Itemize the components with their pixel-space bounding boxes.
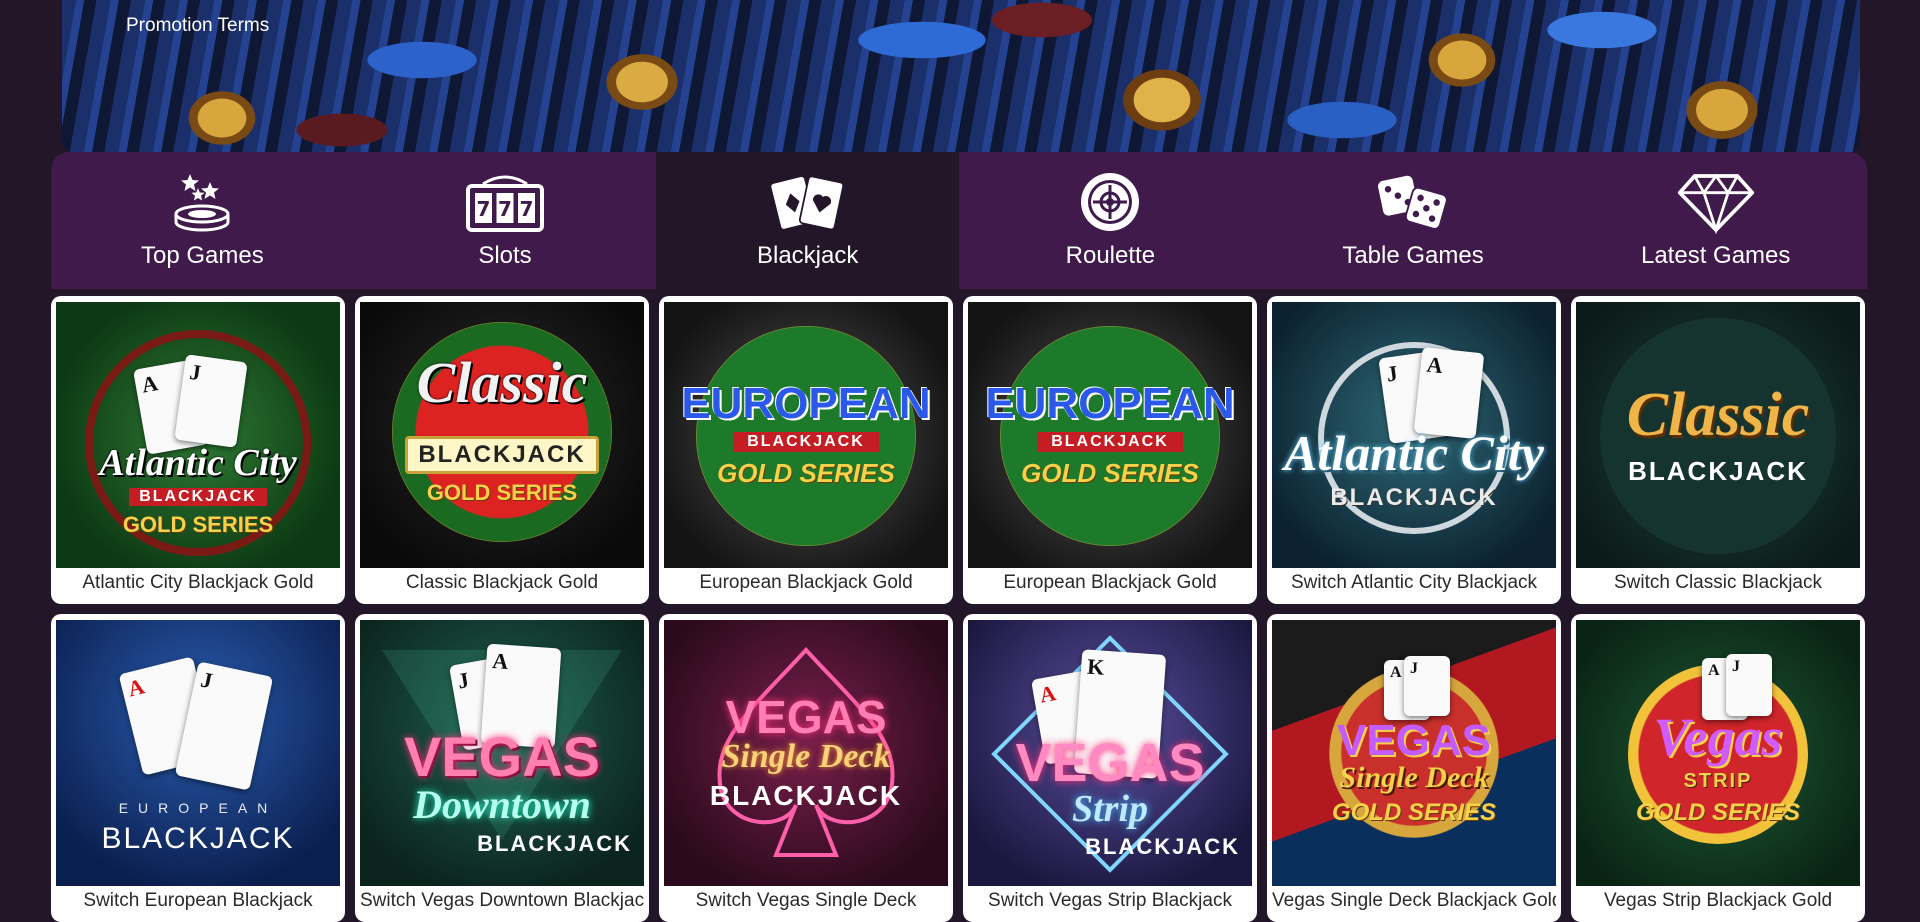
game-logo: VEGAS bbox=[403, 725, 601, 788]
game-title: Switch European Blackjack bbox=[83, 890, 313, 911]
svg-text:7: 7 bbox=[498, 197, 512, 221]
promo-banner bbox=[62, 0, 1860, 160]
tab-slots[interactable]: 7 7 7 Slots bbox=[354, 152, 657, 289]
dice-icon bbox=[1373, 170, 1453, 234]
game-title: Switch Vegas Strip Blackjack bbox=[988, 890, 1232, 911]
game-title: Vegas Strip Blackjack Gold bbox=[1603, 890, 1833, 911]
tab-label: Roulette bbox=[1065, 242, 1156, 269]
game-logo: Vegas bbox=[1653, 706, 1783, 767]
game-thumbnail: A J EUROPEAN BLACKJACK bbox=[56, 620, 340, 886]
game-logo: Atlantic City bbox=[1284, 425, 1544, 481]
game-tile[interactable]: A J Atlantic City BLACKJACK GOLD SERIES … bbox=[51, 296, 345, 604]
game-thumbnail: J A Atlantic City BLACKJACK bbox=[1272, 302, 1556, 568]
game-tile[interactable]: A J Vegas STRIP GOLD SERIES Vegas Strip … bbox=[1571, 614, 1865, 922]
slots-icon: 7 7 7 bbox=[465, 170, 545, 234]
game-thumbnail: J A VEGAS Downtown BLACKJACK bbox=[360, 620, 644, 886]
game-logo: Classic bbox=[1626, 380, 1810, 449]
game-title: Switch Classic Blackjack bbox=[1614, 572, 1822, 593]
game-title: Switch Vegas Downtown Blackjack bbox=[360, 890, 644, 911]
tab-label: Blackjack bbox=[756, 242, 859, 269]
game-thumbnail: Classic BLACKJACK GOLD SERIES bbox=[360, 302, 644, 568]
game-tile[interactable]: J A Atlantic City BLACKJACK Switch Atlan… bbox=[1267, 296, 1561, 604]
tab-latest-games[interactable]: Latest Games bbox=[1564, 152, 1867, 289]
svg-text:7: 7 bbox=[477, 197, 491, 221]
game-title: Atlantic City Blackjack Gold bbox=[82, 572, 314, 593]
game-tile[interactable]: A K VEGAS Strip BLACKJACK Switch Vegas S… bbox=[963, 614, 1257, 922]
tab-blackjack[interactable]: Blackjack bbox=[656, 152, 960, 289]
tab-label: Table Games bbox=[1342, 242, 1484, 269]
svg-text:7: 7 bbox=[520, 197, 534, 221]
game-thumbnail: A J Atlantic City BLACKJACK GOLD SERIES bbox=[56, 302, 340, 568]
promotion-terms-link[interactable]: Promotion Terms bbox=[126, 15, 269, 37]
game-logo: EUROPEAN bbox=[118, 800, 278, 816]
game-logo: EUROPEAN bbox=[985, 378, 1235, 428]
game-tile[interactable]: Classic BLACKJACK GOLD SERIES Classic Bl… bbox=[355, 296, 649, 604]
category-nav: Top Games 7 7 7 Slots Blackjack Roulette… bbox=[51, 152, 1867, 289]
game-tile[interactable]: J A VEGAS Downtown BLACKJACK Switch Vega… bbox=[355, 614, 649, 922]
game-title: European Blackjack Gold bbox=[699, 572, 913, 593]
blackjack-cards-icon bbox=[768, 170, 848, 234]
game-title: Classic Blackjack Gold bbox=[405, 572, 599, 593]
game-thumbnail: Classic BLACKJACK bbox=[1576, 302, 1860, 568]
game-thumbnail: VEGAS Single Deck BLACKJACK bbox=[664, 620, 948, 886]
game-tile[interactable]: A J EUROPEAN BLACKJACK Switch European B… bbox=[51, 614, 345, 922]
game-thumbnail: EUROPEAN BLACKJACK GOLD SERIES bbox=[968, 302, 1252, 568]
tab-label: Top Games bbox=[140, 242, 264, 269]
tab-top-games[interactable]: Top Games bbox=[51, 152, 354, 289]
game-thumbnail: A J VEGAS Single Deck GOLD SERIES bbox=[1272, 620, 1556, 886]
tab-table-games[interactable]: Table Games bbox=[1262, 152, 1565, 289]
tab-label: Latest Games bbox=[1640, 242, 1791, 269]
game-title: Switch Atlantic City Blackjack bbox=[1290, 572, 1538, 593]
top-games-icon bbox=[162, 170, 242, 234]
tab-roulette[interactable]: Roulette bbox=[959, 152, 1262, 289]
game-thumbnail: EUROPEAN BLACKJACK GOLD SERIES bbox=[664, 302, 948, 568]
roulette-wheel-icon bbox=[1070, 170, 1150, 234]
game-logo: EUROPEAN bbox=[681, 378, 931, 428]
game-logo: Classic bbox=[416, 350, 588, 415]
game-thumbnail: A K VEGAS Strip BLACKJACK bbox=[968, 620, 1252, 886]
game-tile[interactable]: VEGAS Single Deck BLACKJACK Switch Vegas… bbox=[659, 614, 953, 922]
game-logo: VEGAS bbox=[725, 691, 887, 743]
game-tile[interactable]: Classic BLACKJACK Switch Classic Blackja… bbox=[1571, 296, 1865, 604]
game-title: Vegas Single Deck Blackjack Gold bbox=[1272, 890, 1556, 911]
diamond-icon bbox=[1676, 170, 1756, 234]
game-logo: VEGAS bbox=[1336, 716, 1492, 765]
game-tile[interactable]: EUROPEAN BLACKJACK GOLD SERIES European … bbox=[963, 296, 1257, 604]
tab-label: Slots bbox=[478, 242, 532, 269]
game-logo: VEGAS bbox=[1015, 733, 1205, 793]
game-thumbnail: A J Vegas STRIP GOLD SERIES bbox=[1576, 620, 1860, 886]
game-logo: Atlantic City bbox=[99, 442, 297, 484]
game-title: European Blackjack Gold bbox=[1003, 572, 1217, 593]
game-title: Switch Vegas Single Deck bbox=[695, 890, 917, 911]
game-tile[interactable]: A J VEGAS Single Deck GOLD SERIES Vegas … bbox=[1267, 614, 1561, 922]
game-tile[interactable]: EUROPEAN BLACKJACK GOLD SERIES European … bbox=[659, 296, 953, 604]
game-grid: A J Atlantic City BLACKJACK GOLD SERIES … bbox=[51, 296, 1867, 922]
